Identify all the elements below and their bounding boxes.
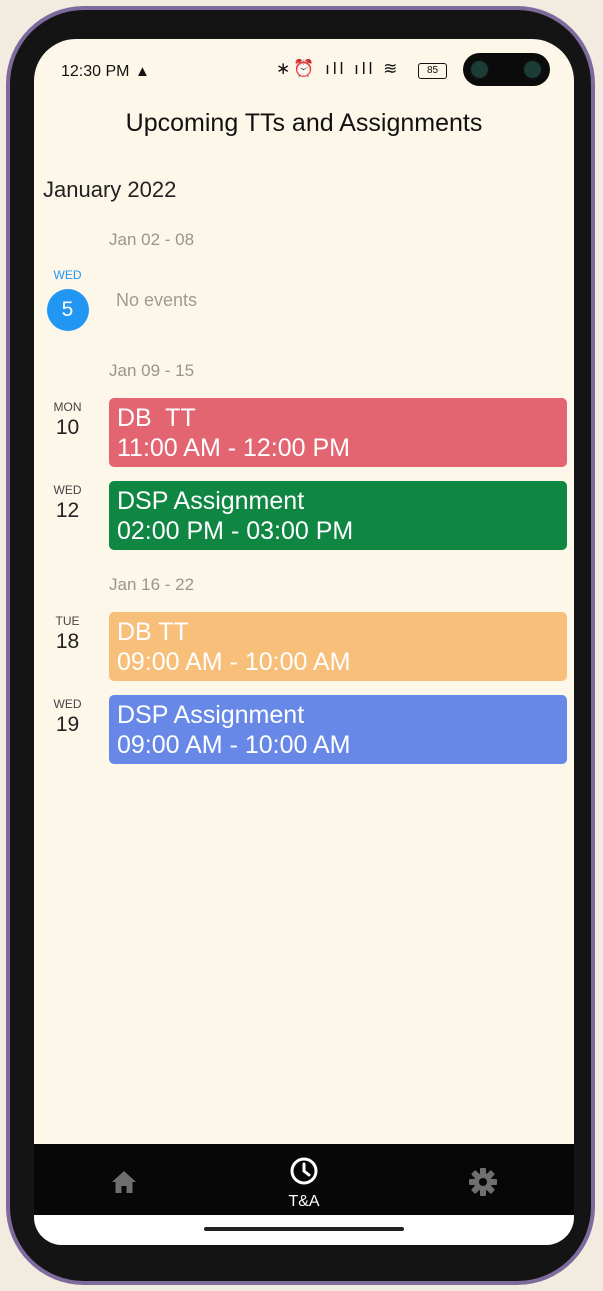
status-icons: ∗⏰ ıll ıll ≋ [276, 59, 401, 78]
day-today[interactable]: WED 5 [34, 268, 101, 331]
day-label: WED 12 [34, 483, 101, 523]
today-date-badge: 5 [46, 289, 89, 331]
event-time: 09:00 AM - 10:00 AM [117, 648, 351, 676]
clock-icon [290, 1157, 318, 1185]
month-heading: January 2022 [43, 177, 177, 202]
day-label: WED 19 [34, 697, 101, 737]
no-events-text: No events [116, 290, 198, 310]
day-of-week: WED [53, 483, 82, 497]
event-card[interactable]: DB TT 11:00 AM - 12:00 PM [109, 398, 567, 467]
nav-ta-button[interactable]: T&A [274, 1156, 334, 1211]
event-title: DB TT [117, 404, 196, 432]
day-of-week: WED [53, 697, 82, 711]
event-card[interactable]: DSP Assignment 09:00 AM - 10:00 AM [109, 695, 567, 764]
event-title: DSP Assignment [117, 701, 305, 729]
day-label: TUE 18 [34, 614, 101, 654]
week-range-label: Jan 09 - 15 [109, 361, 195, 380]
front-camera-cutout [463, 53, 550, 86]
week-range-label: Jan 02 - 08 [109, 230, 195, 249]
page-title: Upcoming TTs and Assignments [125, 109, 483, 137]
day-of-week: TUE [55, 614, 80, 628]
day-label: MON 10 [34, 400, 101, 440]
event-card[interactable]: DSP Assignment 02:00 PM - 03:00 PM [109, 481, 567, 550]
camera-lens-icon [524, 61, 541, 78]
event-time: 11:00 AM - 12:00 PM [117, 434, 350, 462]
day-number: 12 [55, 499, 80, 522]
nav-settings-button[interactable] [467, 1166, 499, 1198]
day-number: 18 [55, 630, 80, 653]
event-card[interactable]: DB TT 09:00 AM - 10:00 AM [109, 612, 567, 681]
app-screen: 12:30 PM ▲ ∗⏰ ıll ıll ≋ 85 Upcoming TTs … [34, 39, 574, 1245]
warning-icon: ▲ [135, 63, 150, 80]
event-time: 02:00 PM - 03:00 PM [117, 517, 354, 545]
battery-icon: 85 [418, 63, 447, 79]
nav-ta-label: T&A [288, 1193, 320, 1210]
day-of-week: WED [53, 268, 82, 282]
status-time: 12:30 PM [61, 63, 130, 80]
week-range-label: Jan 16 - 22 [109, 575, 195, 594]
camera-lens-icon [471, 61, 488, 78]
nav-home-button[interactable] [110, 1168, 138, 1196]
event-title: DB TT [117, 618, 189, 646]
event-time: 09:00 AM - 10:00 AM [117, 731, 351, 759]
gear-icon [469, 1168, 497, 1196]
day-of-week: MON [53, 400, 82, 414]
home-icon [112, 1171, 136, 1193]
status-bar: 12:30 PM ▲ ∗⏰ ıll ıll ≋ 85 [34, 39, 574, 101]
day-number: 19 [55, 713, 80, 736]
event-title: DSP Assignment [117, 487, 305, 515]
home-indicator[interactable] [204, 1227, 404, 1231]
day-number: 10 [55, 416, 80, 439]
